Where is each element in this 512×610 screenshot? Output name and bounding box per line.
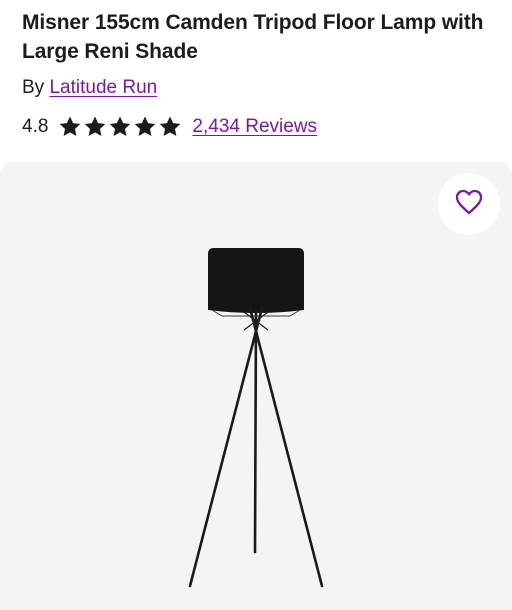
product-header: Misner 155cm Camden Tripod Floor Lamp wi… — [0, 0, 512, 142]
heart-outline-icon — [455, 189, 483, 220]
tripod-legs — [188, 306, 324, 588]
reviews-link[interactable]: 2,434 Reviews — [192, 116, 317, 138]
star-rating — [58, 115, 182, 139]
star-icon — [83, 115, 107, 139]
rating-row: 4.8 2,434 Reviews — [22, 112, 490, 142]
rating-value: 4.8 — [22, 116, 49, 137]
product-image — [188, 248, 324, 588]
product-title: Misner 155cm Camden Tripod Floor Lamp wi… — [22, 11, 484, 63]
brand-link[interactable]: Latitude Run — [49, 77, 157, 98]
brand-line: By Latitude Run — [22, 76, 490, 100]
star-icon — [58, 115, 82, 139]
leg-hub — [252, 318, 260, 326]
favorite-button[interactable] — [438, 173, 500, 235]
lamp-shade — [208, 248, 304, 313]
star-icon — [158, 115, 182, 139]
star-icon — [133, 115, 157, 139]
by-label: By — [22, 77, 45, 98]
star-icon — [108, 115, 132, 139]
